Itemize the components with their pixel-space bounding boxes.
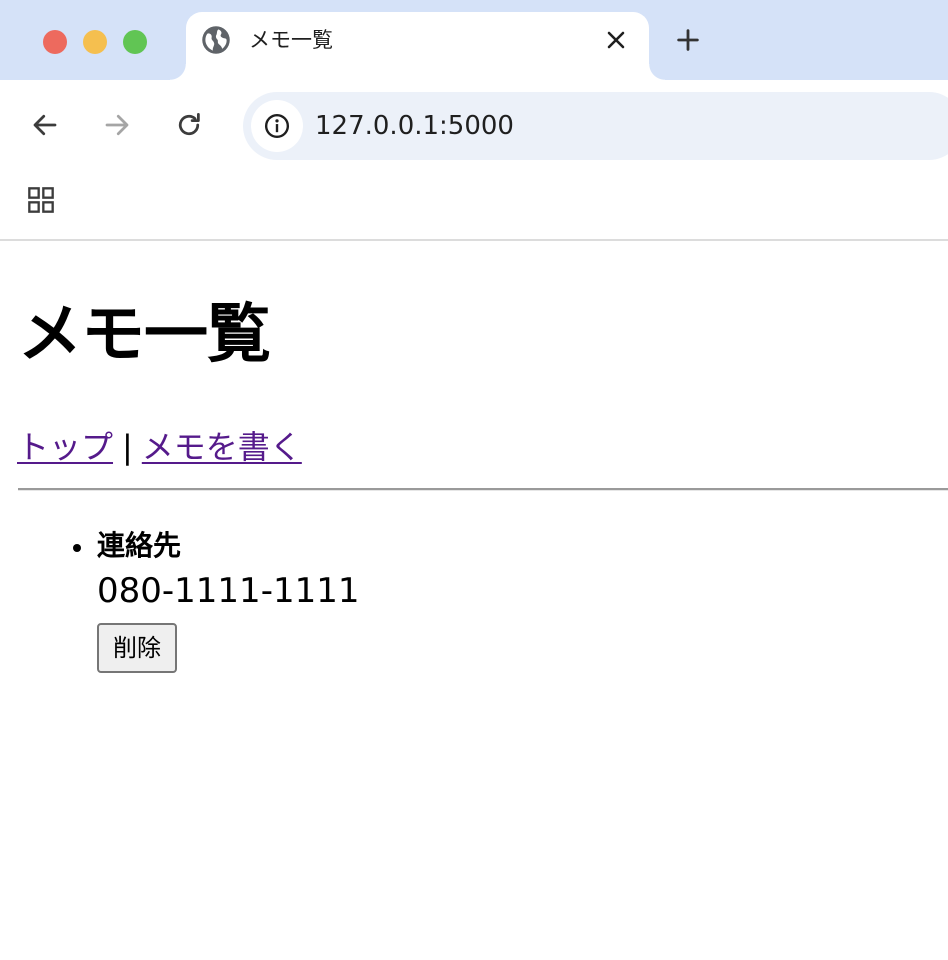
page-nav: トップ | メモを書く (17, 427, 302, 467)
window-close-button[interactable] (43, 30, 67, 54)
site-info-button[interactable] (251, 100, 303, 152)
close-icon[interactable] (604, 28, 628, 52)
address-bar[interactable]: 127.0.0.1:5000 (243, 92, 948, 160)
browser-tab-active[interactable]: メモ一覧 (170, 12, 665, 80)
bookmarks-bar (0, 172, 948, 241)
globe-icon (202, 26, 230, 54)
top-link[interactable]: トップ (17, 428, 113, 466)
window-maximize-button[interactable] (123, 30, 147, 54)
memo-item: 連絡先 080-1111-1111 削除 (0, 527, 948, 673)
memo-body: 080-1111-1111 (97, 571, 360, 611)
reload-icon[interactable] (174, 110, 204, 140)
memo-title: 連絡先 (97, 529, 182, 562)
page-title: メモ一覧 (18, 298, 271, 372)
write-memo-link[interactable]: メモを書く (142, 428, 302, 466)
tab-title: メモ一覧 (249, 28, 333, 52)
apps-grid-icon[interactable] (27, 186, 55, 214)
url-text: 127.0.0.1:5000 (315, 111, 514, 141)
nav-separator: | (122, 428, 133, 466)
browser-toolbar: 127.0.0.1:5000 (0, 80, 948, 172)
delete-button[interactable]: 削除 (97, 623, 177, 673)
bullet-icon (73, 544, 81, 552)
arrow-left-icon[interactable] (30, 110, 60, 140)
window-minimize-button[interactable] (83, 30, 107, 54)
plus-icon[interactable] (674, 26, 702, 54)
horizontal-rule (18, 488, 948, 491)
memo-list: 連絡先 080-1111-1111 削除 (0, 527, 948, 673)
arrow-right-icon[interactable] (102, 110, 132, 140)
browser-tab-bar: メモ一覧 (0, 0, 948, 80)
info-icon (264, 113, 290, 139)
page-content: メモ一覧 トップ | メモを書く 連絡先 080-1111-1111 削除 (0, 243, 948, 960)
